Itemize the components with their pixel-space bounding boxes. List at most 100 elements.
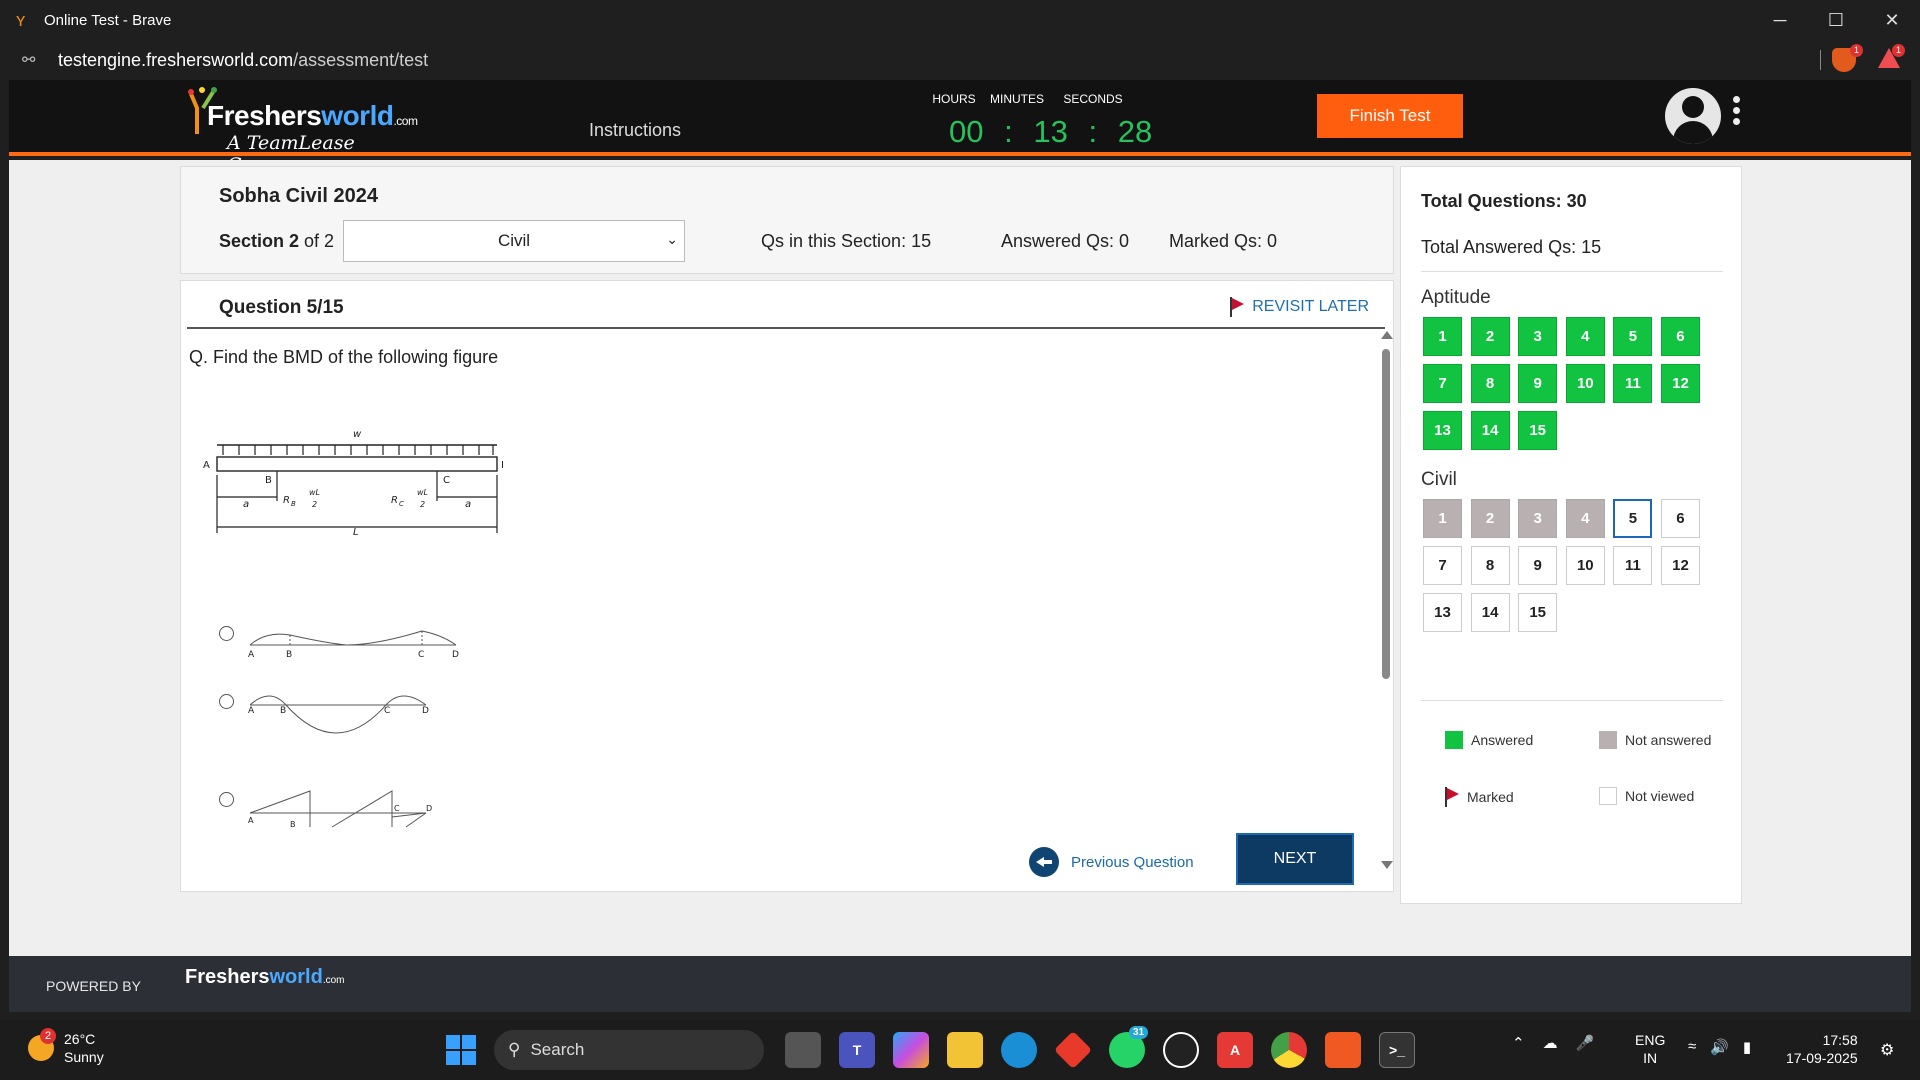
onedrive-icon[interactable]: ☁ xyxy=(1543,1034,1558,1052)
question-box-aptitude-8[interactable]: 8 xyxy=(1470,364,1510,403)
question-box-aptitude-3[interactable]: 3 xyxy=(1518,317,1558,356)
question-scrollbar[interactable] xyxy=(1379,331,1393,869)
question-box-civil-8[interactable]: 8 xyxy=(1470,546,1510,585)
figure-label-a-left: a xyxy=(243,499,249,510)
question-box-civil-13[interactable]: 13 xyxy=(1423,593,1462,632)
flag-icon xyxy=(1230,297,1245,317)
scroll-thumb[interactable] xyxy=(1382,349,1390,679)
user-avatar[interactable] xyxy=(1665,88,1721,144)
scroll-down-icon[interactable] xyxy=(1381,861,1393,869)
notifications-icon[interactable]: ⚙ xyxy=(1880,1040,1894,1060)
scroll-up-icon[interactable] xyxy=(1381,331,1393,339)
figure-label-rb-sub: B xyxy=(291,500,296,508)
address-bar[interactable]: ⚯ testengine.freshersworld.com/assessmen… xyxy=(0,40,1920,80)
question-box-civil-4[interactable]: 4 xyxy=(1565,499,1605,538)
taskbar-search[interactable]: ⚲ Search xyxy=(494,1030,764,1070)
question-box-civil-7[interactable]: 7 xyxy=(1423,546,1462,585)
question-box-civil-14[interactable]: 14 xyxy=(1470,593,1510,632)
question-box-civil-11[interactable]: 11 xyxy=(1613,546,1653,585)
question-box-aptitude-11[interactable]: 11 xyxy=(1613,364,1653,403)
question-box-civil-9[interactable]: 9 xyxy=(1518,546,1558,585)
option-1[interactable]: A B C D xyxy=(219,621,466,661)
wifi-icon: ≈ xyxy=(1688,1038,1697,1055)
option-2-label-b: B xyxy=(280,706,286,716)
site-settings-icon[interactable]: ⚯ xyxy=(22,50,42,70)
previous-question-button[interactable]: Previous Question xyxy=(1029,847,1194,877)
url-text[interactable]: testengine.freshersworld.com/assessment/… xyxy=(58,50,428,71)
section-select[interactable]: Civil ⌄ xyxy=(343,220,685,262)
question-box-aptitude-12[interactable]: 12 xyxy=(1660,364,1700,403)
whatsapp-icon[interactable]: 31 xyxy=(1109,1026,1149,1068)
option-radio[interactable] xyxy=(219,626,234,641)
question-box-civil-3[interactable]: 3 xyxy=(1518,499,1558,538)
option-1-label-d: D xyxy=(452,650,459,660)
windows-taskbar: 2 26°C Sunny ⚲ Search T 31 A >_ ⌃ ☁ 🎤 EN… xyxy=(0,1020,1920,1080)
minimize-icon[interactable]: ─ xyxy=(1752,0,1808,40)
brave-icon[interactable] xyxy=(1325,1032,1361,1068)
task-view-icon[interactable] xyxy=(785,1032,821,1068)
question-box-aptitude-6[interactable]: 6 xyxy=(1660,317,1700,356)
shield-badge: 1 xyxy=(1850,44,1864,57)
question-box-civil-1[interactable]: 1 xyxy=(1423,499,1462,538)
chatgpt-icon[interactable] xyxy=(1163,1032,1199,1068)
legend-divider xyxy=(1421,700,1723,701)
question-box-aptitude-13[interactable]: 13 xyxy=(1423,411,1462,450)
maximize-icon[interactable]: ☐ xyxy=(1808,0,1864,40)
figure-label-rc-two: 2 xyxy=(420,500,425,509)
footer-logo[interactable]: Freshersworld.com xyxy=(185,966,345,989)
question-box-aptitude-1[interactable]: 1 xyxy=(1423,317,1462,356)
question-box-aptitude-4[interactable]: 4 xyxy=(1565,317,1605,356)
total-questions: Total Questions: 30 xyxy=(1421,191,1587,211)
question-box-aptitude-7[interactable]: 7 xyxy=(1423,364,1462,403)
question-box-civil-10[interactable]: 10 xyxy=(1565,546,1605,585)
option-2-label-d: D xyxy=(422,706,429,716)
question-box-aptitude-9[interactable]: 9 xyxy=(1518,364,1558,403)
clock[interactable]: 17:58 17-09-2025 xyxy=(1786,1031,1858,1067)
question-box-civil-15[interactable]: 15 xyxy=(1518,593,1558,632)
freshersworld-logo[interactable]: Freshersworld.com A TeamLease Company xyxy=(181,84,441,176)
option-3-label-b: B xyxy=(290,820,296,829)
option-2[interactable]: A B C D xyxy=(219,689,436,737)
close-icon[interactable]: ✕ xyxy=(1864,0,1920,40)
revisit-later-button[interactable]: REVISIT LATER xyxy=(1230,297,1369,317)
question-box-aptitude-14[interactable]: 14 xyxy=(1470,411,1510,450)
weather-widget[interactable]: 2 26°C Sunny xyxy=(28,1028,104,1066)
question-text: Q. Find the BMD of the following figure xyxy=(189,347,499,367)
question-card: Question 5/15 REVISIT LATER Q. Find the … xyxy=(180,280,1394,892)
option-2-diagram: A B C D xyxy=(248,695,429,734)
acrobat-icon[interactable]: A xyxy=(1217,1032,1253,1068)
edge-icon[interactable] xyxy=(1001,1032,1037,1068)
terminal-icon[interactable]: >_ xyxy=(1379,1032,1415,1068)
question-box-civil-6[interactable]: 6 xyxy=(1660,499,1700,538)
question-box-civil-12[interactable]: 12 xyxy=(1660,546,1700,585)
option-radio[interactable] xyxy=(219,694,234,709)
teams-icon[interactable]: T xyxy=(839,1032,875,1068)
windows-start-icon[interactable] xyxy=(446,1035,476,1065)
chrome-icon[interactable] xyxy=(1271,1032,1307,1068)
finish-test-button[interactable]: Finish Test xyxy=(1317,94,1463,138)
question-box-aptitude-10[interactable]: 10 xyxy=(1565,364,1605,403)
legend-not-viewed: Not viewed xyxy=(1599,787,1694,805)
question-box-civil-2[interactable]: 2 xyxy=(1470,499,1510,538)
question-box-aptitude-2[interactable]: 2 xyxy=(1470,317,1510,356)
question-box-aptitude-5[interactable]: 5 xyxy=(1613,317,1653,356)
instructions-link[interactable]: Instructions xyxy=(589,120,681,141)
language-indicator[interactable]: ENG IN xyxy=(1635,1031,1665,1067)
figure-label-c: C xyxy=(443,475,450,486)
timer-sep: : xyxy=(1088,114,1098,149)
option-radio[interactable] xyxy=(219,792,234,807)
figure-label-w: w xyxy=(353,429,362,440)
chevron-up-icon[interactable]: ⌃ xyxy=(1512,1034,1525,1052)
file-explorer-icon[interactable] xyxy=(947,1032,983,1068)
timer-hours: 00 xyxy=(949,114,984,149)
question-box-aptitude-15[interactable]: 15 xyxy=(1518,411,1558,450)
network-volume-battery[interactable]: ≈ 🔊 ▮ xyxy=(1688,1038,1751,1056)
next-button[interactable]: NEXT xyxy=(1236,833,1354,885)
anydesk-icon[interactable] xyxy=(1053,1030,1093,1070)
question-box-civil-5[interactable]: 5 xyxy=(1613,499,1653,538)
microphone-icon[interactable]: 🎤 xyxy=(1576,1034,1595,1052)
figure-label-rb: R xyxy=(283,495,290,506)
copilot-icon[interactable] xyxy=(893,1032,929,1068)
option-3[interactable]: A B C D xyxy=(219,787,436,829)
more-options-icon[interactable] xyxy=(1733,96,1741,129)
